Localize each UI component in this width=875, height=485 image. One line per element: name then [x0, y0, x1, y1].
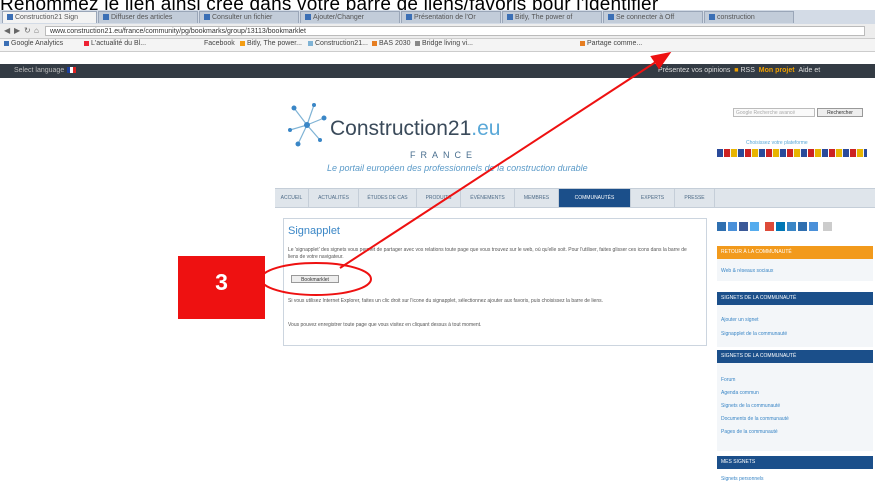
page-icon [709, 14, 715, 21]
browser-tab[interactable]: Diffuser des articles [98, 11, 198, 23]
browser-tab[interactable]: Présentation de l'Or [401, 11, 501, 23]
nav-item-produits[interactable]: PRODUITS [417, 189, 461, 207]
bookmark-icon [4, 40, 9, 46]
browser-tab[interactable]: Ajouter/Changer [300, 11, 400, 23]
reload-icon[interactable]: ↻ [24, 26, 31, 35]
folder-icon [580, 40, 585, 46]
share-icon[interactable] [809, 222, 818, 231]
share-icon[interactable] [787, 222, 796, 231]
back-icon[interactable]: ◀ [4, 26, 10, 35]
platform-flags[interactable] [717, 149, 867, 157]
browser-tab[interactable]: Se connecter à Off [603, 11, 703, 23]
nav-item-presse[interactable]: PRESSE [675, 189, 715, 207]
address-toolbar: ◀ ▶ ↻ ⌂ www.construction21.eu/france/com… [0, 24, 875, 39]
sidebar-link[interactable]: Documents de la communauté [721, 416, 789, 422]
bookmark-item[interactable]: Facebook [204, 40, 235, 47]
twitter-icon[interactable] [750, 222, 759, 231]
language-selector[interactable]: Select language [14, 67, 77, 74]
sidebar-link[interactable]: Agenda commun [721, 390, 759, 396]
flag-icon [67, 67, 77, 74]
page-icon [204, 14, 210, 21]
bookmark-item[interactable]: Partage comme... [580, 40, 642, 47]
page-icon [103, 14, 109, 21]
bookmark-icon [308, 40, 313, 46]
browser-tab[interactable]: Consulter un fichier [199, 11, 299, 23]
site-top-bar: Select language Présentez vos opinions ■… [0, 64, 875, 78]
bookmark-item[interactable]: BAS 2030 [372, 40, 411, 47]
more-share-icon[interactable] [823, 222, 832, 231]
top-links: Présentez vos opinions ■ RSS Mon projet … [658, 67, 820, 74]
sidebar-link[interactable]: Web & réseaux sociaux [721, 268, 773, 274]
opinions-link[interactable]: Présentez vos opinions [658, 67, 730, 74]
platform-label: Choisissez votre plateforme [746, 140, 808, 146]
bookmark-item[interactable]: Google Analytics [4, 40, 63, 47]
nav-item-communautes[interactable]: COMMUNAUTÉS [559, 189, 631, 207]
facebook-icon[interactable] [739, 222, 748, 231]
google-icon[interactable] [765, 222, 774, 231]
logo-country: FRANCE [410, 150, 478, 160]
rss-link[interactable]: RSS [740, 67, 754, 74]
linkedin-icon[interactable] [776, 222, 785, 231]
step-number: 3 [215, 269, 228, 295]
sidebar-section-title: MES SIGNETS [717, 456, 873, 469]
page-icon [608, 14, 614, 21]
share-icon[interactable] [798, 222, 807, 231]
browser-tab[interactable]: Bitly, The power of [502, 11, 602, 23]
nav-item-etudes[interactable]: ÉTUDES DE CAS [359, 189, 417, 207]
sidebar-link[interactable]: Forum [721, 377, 735, 383]
help-link[interactable]: Aide et [798, 67, 820, 74]
page-icon [305, 14, 311, 21]
sidebar-section-title: SIGNETS DE LA COMMUNAUTÉ [717, 350, 873, 363]
search-input[interactable]: Google Recherche avancé [733, 108, 815, 117]
share-buttons [717, 222, 857, 232]
bookmark-item[interactable]: Bitly, The power... [240, 40, 302, 47]
bookmarklet-button[interactable]: Bookmarklet [291, 275, 339, 283]
bookmark-icon [84, 40, 89, 46]
user-menu[interactable]: Mon projet [759, 67, 795, 74]
sidebar-link[interactable]: Signets de la communauté [721, 403, 780, 409]
bookmark-icon [415, 40, 420, 46]
save-instructions: Vous pouvez enregistrer toute page que v… [288, 322, 482, 328]
bookmark-item[interactable]: Construction21... [308, 40, 368, 47]
page-title: Signapplet [288, 225, 340, 237]
nav-item-evenements[interactable]: ÉVÉNEMENTS [461, 189, 515, 207]
nav-item-experts[interactable]: EXPERTS [631, 189, 675, 207]
page-icon [507, 14, 513, 21]
browser-tab[interactable]: construction [704, 11, 794, 23]
url-field[interactable]: www.construction21.eu/france/community/p… [45, 26, 865, 36]
sidebar-section-box [717, 305, 873, 347]
sidebar-link[interactable]: Pages de la communauté [721, 429, 778, 435]
site-tagline: Le portail européen des professionnels d… [327, 163, 588, 173]
page-icon [7, 14, 13, 21]
share-icon[interactable] [728, 222, 737, 231]
intro-text: Le 'signapplet' des signets vous permet … [288, 247, 687, 260]
nav-item-membres[interactable]: MEMBRES [515, 189, 559, 207]
sidebar-link[interactable]: Signapplet de la communauté [721, 331, 787, 337]
nav-item-actualites[interactable]: ACTUALITÉS [309, 189, 359, 207]
sidebar-section-title: SIGNETS DE LA COMMUNAUTÉ [717, 292, 873, 305]
nav-item-accueil[interactable]: ACCUEIL [275, 189, 309, 207]
step-badge: 3 [178, 256, 265, 319]
bookmark-item[interactable]: L'actualité du Bl... [84, 40, 146, 47]
folder-icon [372, 40, 377, 46]
ie-instructions: Si vous utilisez Internet Explorer, fait… [288, 298, 604, 304]
page-icon [406, 14, 412, 21]
bookmark-item[interactable]: Bridge living vi... [415, 40, 473, 47]
sidebar-section-title: RETOUR À LA COMMUNAUTÉ [717, 246, 873, 259]
main-navigation: ACCUEIL ACTUALITÉS ÉTUDES DE CAS PRODUIT… [275, 188, 875, 208]
sidebar-link[interactable]: Signets personnels [721, 476, 764, 482]
forward-icon[interactable]: ▶ [14, 26, 20, 35]
sidebar-link[interactable]: Ajouter un signet [721, 317, 759, 323]
rss-icon[interactable]: ■ [734, 67, 738, 74]
bookmarks-bar: Google Analytics L'actualité du Bl... Fa… [0, 39, 875, 52]
browser-tab-bar: Construction21 Sign Diffuser des article… [0, 10, 875, 24]
logo-network-icon [288, 103, 327, 147]
home-icon[interactable]: ⌂ [34, 26, 39, 35]
bookmark-icon [240, 40, 245, 46]
search-button[interactable]: Rechercher [817, 108, 863, 117]
share-icon[interactable] [717, 222, 726, 231]
site-logo[interactable]: Construction21.eu [330, 117, 500, 141]
right-sidebar: RETOUR À LA COMMUNAUTÉ Web & réseaux soc… [717, 218, 875, 485]
browser-tab[interactable]: Construction21 Sign [2, 11, 97, 23]
